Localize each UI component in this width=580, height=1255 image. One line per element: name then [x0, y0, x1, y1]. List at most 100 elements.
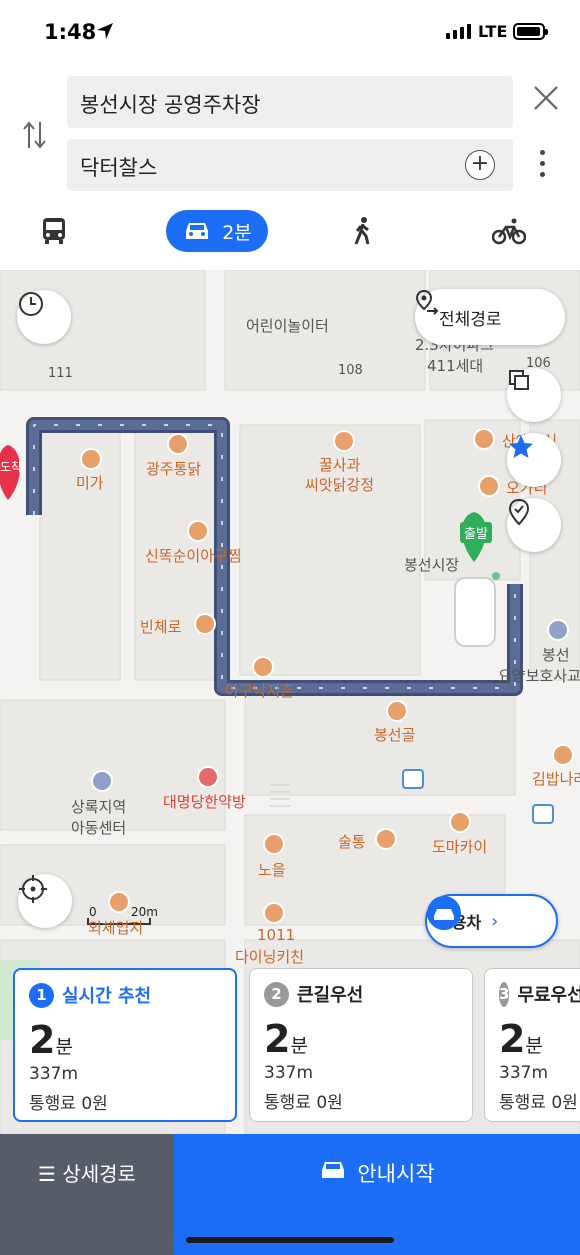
poi-label: 아구낙지촌: [225, 682, 295, 700]
map-label: 상록지역: [71, 798, 127, 816]
tab-transit[interactable]: [38, 210, 70, 252]
poi-label: 김밥나라: [532, 770, 580, 788]
route-distance: 337m: [29, 1064, 79, 1084]
restaurant-icon[interactable]: [552, 744, 574, 766]
cafe-icon[interactable]: [194, 613, 216, 635]
status-bar: 1:48 LTE: [0, 0, 580, 62]
signal-icon: [446, 24, 471, 39]
chevron-right-icon: ›: [491, 910, 499, 932]
map-label: 아동센터: [71, 819, 127, 837]
tab-bicycle[interactable]: [492, 210, 526, 252]
route-options: 1 실시간 추천 2분 337m 통행료 0원 2 큰길우선 2분 337m 통행료…: [0, 968, 580, 1128]
location-arrow-icon: [97, 23, 113, 39]
cafe-icon[interactable]: [108, 891, 130, 913]
tab-walk[interactable]: [350, 210, 376, 252]
start-marker-label: 출발: [460, 522, 492, 543]
route-index: 2: [264, 981, 289, 1007]
restaurant-icon[interactable]: [252, 656, 274, 678]
restaurant-icon[interactable]: [80, 448, 102, 470]
scale-zero: 0: [89, 905, 97, 919]
transport-mode-tabs: 2분: [0, 210, 580, 260]
restaurant-icon[interactable]: [333, 430, 355, 452]
route-index: 1: [29, 982, 54, 1008]
battery-icon: [513, 23, 548, 40]
bus-icon: [43, 218, 65, 244]
restaurant-icon[interactable]: [167, 433, 189, 455]
place-button[interactable]: [507, 498, 561, 552]
destination-field[interactable]: 닥터찰스 +: [67, 139, 513, 191]
map-label: 봉선: [542, 646, 570, 664]
route-search-panel: 봉선시장 공영주차장 닥터찰스 + 2분: [0, 62, 580, 270]
route-duration: 2: [29, 1018, 56, 1062]
bicycle-icon: [492, 218, 526, 245]
poi-label: 외체업지: [88, 919, 144, 937]
poi-label: 다이닝키친: [235, 948, 305, 966]
restaurant-icon[interactable]: [386, 700, 408, 722]
favorite-button[interactable]: [507, 433, 561, 487]
location-pin-icon: [508, 498, 530, 526]
route-distance: 337m: [499, 1063, 549, 1083]
crosshair-icon: [19, 875, 47, 903]
route-toll: 통행료 0원: [29, 1094, 108, 1114]
route-duration-unit: 분: [525, 1035, 543, 1057]
close-icon[interactable]: [532, 84, 560, 112]
map-label: 봉선시장: [404, 556, 460, 574]
full-route-button[interactable]: 전체경로: [415, 289, 565, 345]
poi-label: 꿀사과: [319, 456, 361, 474]
route-name: 실시간 추천: [62, 986, 152, 1007]
network-type: LTE: [478, 22, 508, 41]
departure-time-button[interactable]: [17, 290, 71, 344]
building-icon[interactable]: [91, 770, 113, 792]
poi-label: 신똑순이아구찜: [145, 547, 242, 565]
star-icon: [509, 435, 533, 458]
poi-label: 씨앗닭강정: [305, 476, 375, 494]
more-options-icon[interactable]: [540, 150, 550, 183]
route-detail-button[interactable]: ☰ 상세경로: [0, 1134, 174, 1255]
status-time: 1:48: [44, 20, 97, 44]
add-waypoint-button[interactable]: +: [465, 150, 495, 180]
layers-icon: [509, 370, 529, 390]
end-marker-label: 도착: [0, 460, 23, 474]
car-icon: [186, 223, 209, 239]
walking-icon: [354, 217, 370, 245]
route-card-1[interactable]: 1 실시간 추천 2분 337m 통행료 0원: [13, 968, 237, 1122]
restaurant-icon[interactable]: [263, 902, 285, 924]
restaurant-icon[interactable]: [478, 475, 500, 497]
map-label: 요양보호사교: [498, 667, 580, 685]
poi-label: 봉선골: [374, 726, 416, 744]
route-card-2[interactable]: 2 큰길우선 2분 337m 통행료 0원: [249, 968, 473, 1122]
vehicle-type-button[interactable]: 승용차 ›: [425, 894, 558, 948]
destination-text: 닥터찰스: [80, 156, 158, 180]
home-indicator: [186, 1237, 394, 1243]
list-icon: ☰: [38, 1162, 56, 1186]
map-label: 어린이놀이터: [246, 317, 329, 335]
clock-icon: [19, 292, 43, 316]
restaurant-icon[interactable]: [449, 811, 471, 833]
restaurant-icon[interactable]: [263, 833, 285, 855]
my-location-button[interactable]: [18, 874, 72, 928]
route-duration: 2: [264, 1017, 291, 1061]
poi-label: 술통: [338, 833, 366, 851]
route-name: 무료우선: [517, 985, 580, 1006]
full-route-label: 전체경로: [439, 309, 502, 330]
car-duration: 2분: [222, 221, 252, 244]
route-duration-unit: 분: [290, 1035, 308, 1057]
poi-label: 도마카이: [432, 838, 488, 856]
tab-car[interactable]: 2분: [166, 210, 268, 252]
pharmacy-icon[interactable]: [197, 766, 219, 788]
layers-button[interactable]: [507, 368, 561, 422]
route-toll: 통행료 0원: [264, 1093, 343, 1113]
route-index: 3: [499, 981, 510, 1007]
car-icon: [322, 1162, 345, 1178]
origin-field[interactable]: 봉선시장 공영주차장: [67, 76, 513, 128]
route-card-3[interactable]: 3 무료우선 2분 337m 통행료 0원: [484, 968, 580, 1122]
building-icon[interactable]: [547, 619, 569, 641]
swap-icon[interactable]: [22, 118, 48, 152]
restaurant-icon[interactable]: [473, 428, 495, 450]
route-duration-unit: 분: [55, 1036, 73, 1058]
restaurant-icon[interactable]: [187, 520, 209, 542]
poi-label: 1011: [257, 926, 296, 944]
scale-distance: 20m: [131, 905, 158, 919]
route-overview-icon: [415, 289, 439, 315]
restaurant-icon[interactable]: [375, 828, 397, 850]
